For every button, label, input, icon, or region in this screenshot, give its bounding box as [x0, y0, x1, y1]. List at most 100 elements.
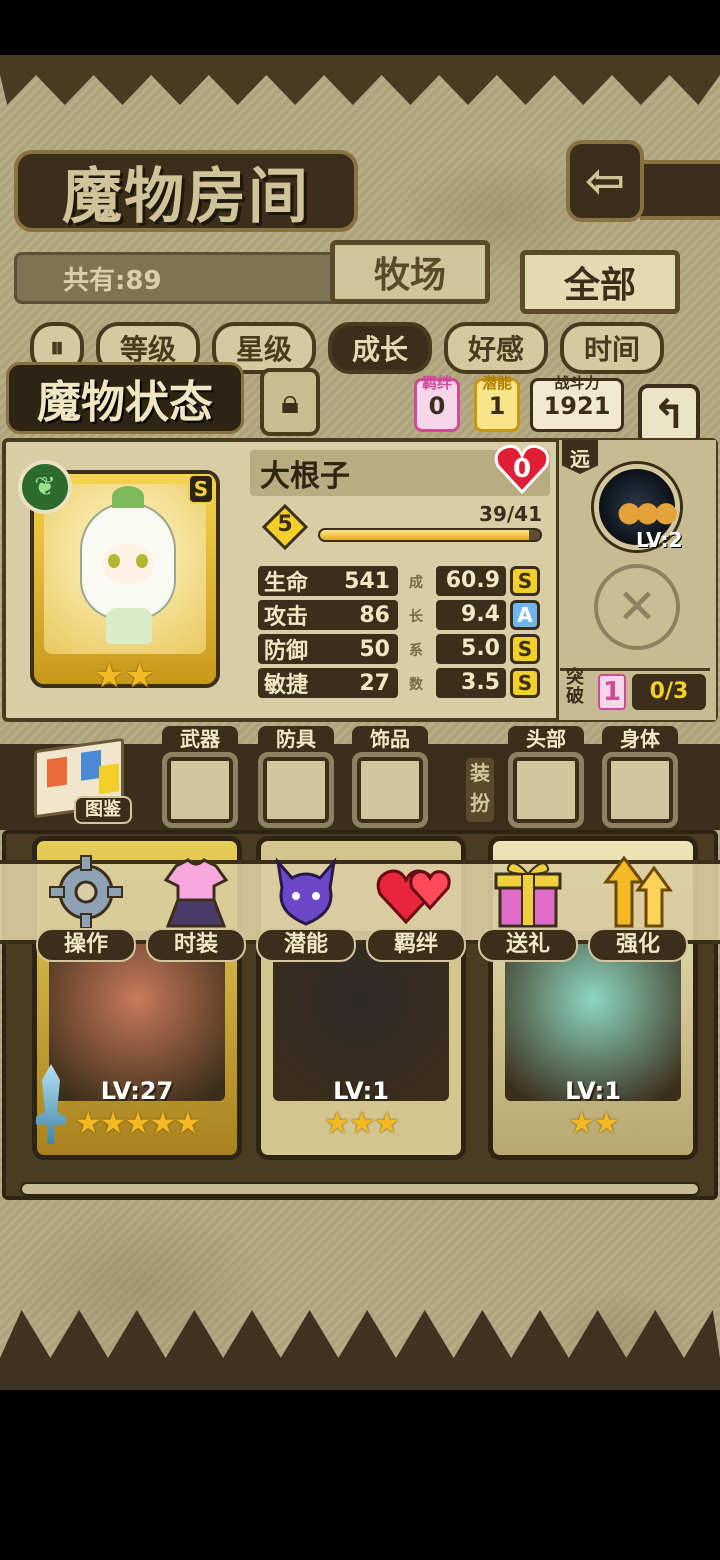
stat-atk-value: 86 [359, 602, 390, 628]
sort-star-label: 星级 [235, 333, 292, 366]
monster-card-stars: ★★ [568, 1106, 620, 1141]
stat-hp-value: 541 [344, 568, 390, 594]
exp-fill [320, 530, 530, 540]
devil-icon [262, 852, 350, 932]
exp-text: 39/41 [479, 502, 542, 526]
gift-button[interactable]: 送礼 [478, 846, 578, 962]
growth-label-char: 长 [409, 609, 423, 625]
return-button[interactable]: ↰ [638, 384, 700, 446]
costume-button[interactable]: 时装 [146, 846, 246, 962]
stat-atk-label: 攻击 [264, 605, 309, 630]
power-value: 1921 [543, 392, 611, 420]
slot-head[interactable] [508, 752, 584, 828]
status-title: 魔物状态 [37, 377, 213, 428]
star-icon: ★ [124, 656, 155, 696]
costume-icon [152, 852, 240, 932]
monster-card-level: LV:27 [100, 1077, 174, 1105]
empty-skill-slot[interactable]: ✕ [594, 564, 680, 650]
slot-body[interactable] [602, 752, 678, 828]
gift-label: 送礼 [478, 928, 578, 962]
monster-count: 共有:89 [14, 252, 344, 304]
crowd-skill-icon: ●●● [617, 495, 678, 528]
slot-weapon[interactable] [162, 752, 238, 828]
lock-button[interactable]: 🔒︎ [260, 368, 320, 436]
tab-all-label: 全部 [563, 265, 636, 306]
element-badge: ❦ [18, 460, 72, 514]
encyclopedia-button[interactable]: 图鉴 [30, 737, 134, 824]
rank-value: S [193, 477, 209, 501]
bond-button-label: 羁绊 [366, 928, 466, 962]
potential-button-label: 潜能 [256, 928, 356, 962]
stat-def-value: 50 [359, 636, 390, 662]
enhance-button[interactable]: 强化 [588, 846, 688, 962]
exp-bar [318, 528, 542, 542]
potential-button[interactable]: 潜能 [256, 846, 356, 962]
monster-card-level: LV:1 [333, 1077, 389, 1105]
monster-eye [108, 554, 120, 568]
stat-def-label: 防御 [264, 639, 309, 664]
gear-icon [42, 852, 130, 932]
rank-badge: S [188, 474, 214, 504]
stat-atk: 攻击 86 [258, 600, 398, 630]
monster-name: 大根子 [260, 459, 350, 494]
monster-card-level: LV:1 [565, 1077, 621, 1105]
book-page-color [99, 763, 119, 795]
level-value: 5 [277, 512, 293, 537]
potential-value: 1 [488, 392, 506, 420]
grade-atk: A [510, 600, 540, 630]
stat-hp: 生命 541 [258, 566, 398, 596]
status-title-plate: 魔物状态 [6, 362, 244, 434]
tab-ranch[interactable]: 牧场 [330, 240, 490, 304]
star-icon: ★ [94, 656, 125, 696]
portrait-frame [44, 484, 206, 654]
bond-button[interactable]: 羁绊 [366, 846, 466, 962]
sort-growth-button[interactable]: 成长 [328, 322, 432, 374]
monster-count-label: 共有:89 [63, 265, 162, 296]
growth-agi: 3.5 [436, 668, 506, 698]
page-title: 魔物房间 [62, 161, 310, 232]
upgrade-arrows-icon [594, 852, 682, 932]
slot-armor[interactable] [258, 752, 334, 828]
monster-card-stars: ★★★ [323, 1106, 401, 1141]
hearts-icon [372, 852, 460, 932]
operate-button[interactable]: 操作 [36, 846, 136, 962]
slot-head-label: 头部 [508, 726, 584, 752]
header-strip [640, 160, 720, 220]
growth-coefficient-label: 成 长 系 数 [404, 566, 428, 702]
stat-agi-label: 敏捷 [264, 673, 309, 698]
back-button[interactable]: ⇦ [566, 140, 644, 222]
back-arrow-icon: ⇦ [584, 153, 626, 209]
slot-body-label: 身体 [602, 726, 678, 752]
growth-label-char: 成 [409, 575, 423, 591]
enhance-label: 强化 [588, 928, 688, 962]
sort-affection-button[interactable]: 好感 [444, 322, 548, 374]
potential-label: 潜能 [481, 374, 512, 392]
costume-label: 时装 [146, 928, 246, 962]
stat-hp-label: 生命 [264, 571, 309, 596]
breakthrough-progress: 0/3 [632, 674, 706, 710]
operate-label: 操作 [36, 928, 136, 962]
breakthrough-value: 1 [598, 674, 626, 710]
slot-accessory-label: 饰品 [352, 726, 428, 752]
tab-all[interactable]: 全部 [520, 250, 680, 314]
sort-affection-label: 好感 [467, 333, 524, 366]
grade-def: S [510, 634, 540, 664]
leaf-sprout [112, 486, 144, 508]
slot-armor-label: 防具 [258, 726, 334, 752]
book-page-color [81, 749, 101, 781]
growth-atk: 9.4 [436, 600, 506, 630]
grade-hp: S [510, 566, 540, 596]
lock-icon: 🔒︎ [280, 382, 300, 422]
close-icon: ✕ [616, 579, 658, 635]
grade-agi: S [510, 668, 540, 698]
slot-weapon-label: 武器 [162, 726, 238, 752]
power-stat: 战斗力 1921 [530, 375, 624, 432]
affection-badge: 0 [494, 444, 550, 494]
level-badge: 5 [261, 503, 309, 551]
stat-agi: 敏捷 27 [258, 668, 398, 698]
growth-hp: 60.9 [436, 566, 506, 596]
sort-time-button[interactable]: 时间 [560, 322, 664, 374]
breakthrough-label: 突破 [566, 667, 584, 707]
slot-accessory[interactable] [352, 752, 428, 828]
list-scrollbar-thumb[interactable] [22, 1184, 698, 1194]
